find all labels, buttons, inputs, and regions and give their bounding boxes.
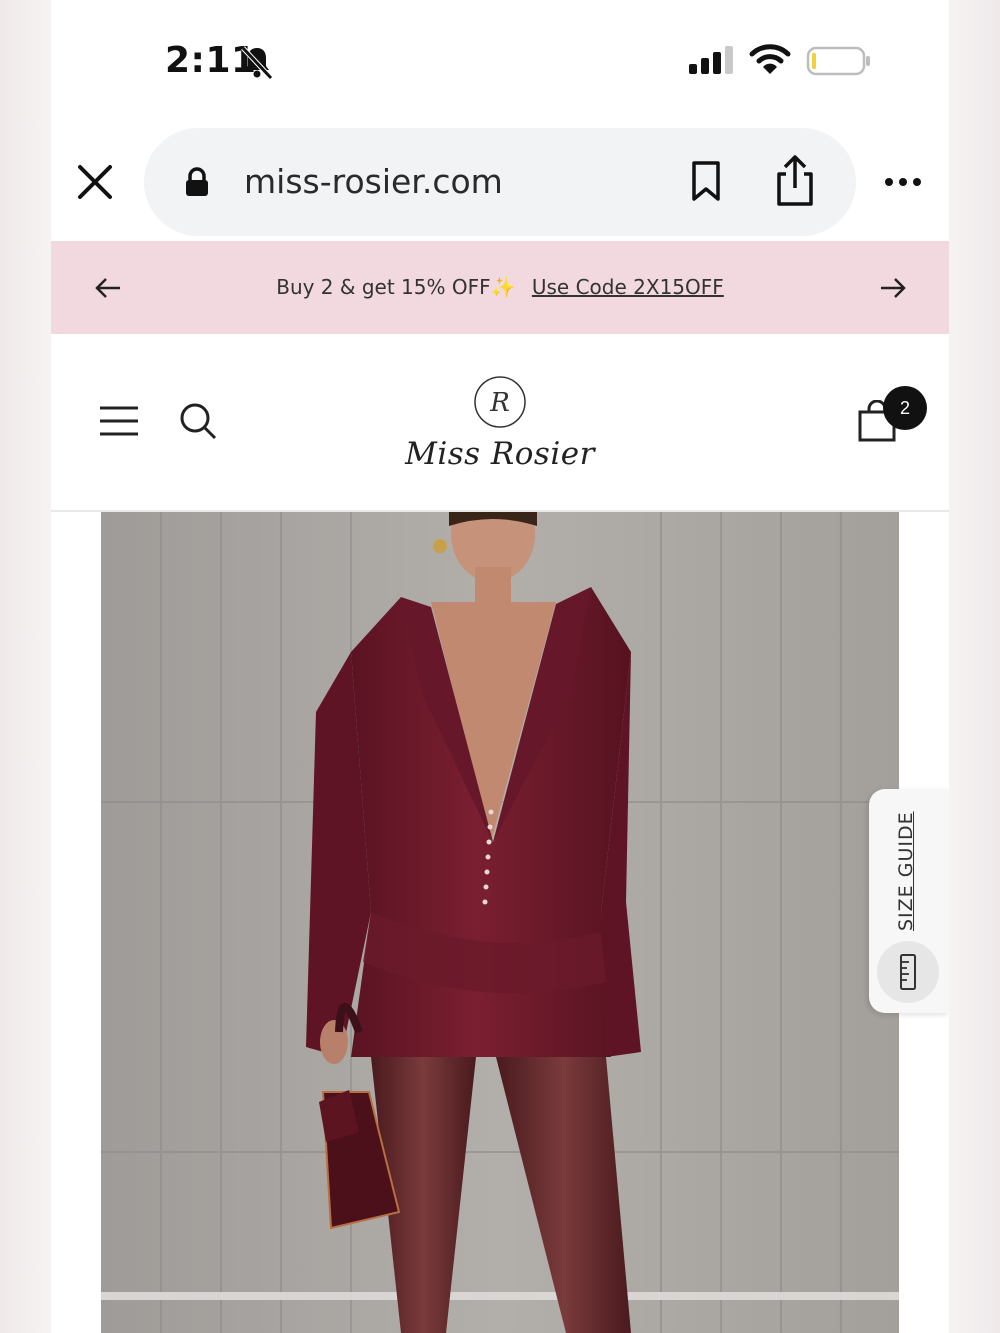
address-bar[interactable]: miss-rosier.com [144, 128, 856, 236]
more-icon[interactable] [883, 170, 923, 194]
wifi-icon [749, 44, 791, 74]
url-text[interactable]: miss-rosier.com [244, 162, 503, 201]
site-header: R Miss Rosier 2 [51, 334, 949, 512]
sparkle-icon: ✨ [490, 275, 516, 299]
logo-circle: R [474, 376, 526, 428]
promo-message: Buy 2 & get 15% OFF✨ Use Code 2X15OFF [51, 275, 949, 299]
promo-offer: Buy 2 & get 15% OFF [276, 275, 491, 299]
search-icon[interactable] [179, 402, 217, 440]
size-guide-label[interactable]: SIZE GUIDE [895, 811, 917, 931]
signal-icon [689, 46, 733, 74]
promo-code-link[interactable]: Use Code 2X15OFF [532, 275, 724, 299]
bell-slash-icon [241, 46, 273, 80]
logo-monogram[interactable]: R [472, 374, 528, 430]
arrow-right-icon[interactable] [879, 275, 907, 301]
battery-icon [806, 46, 870, 76]
promo-banner: Buy 2 & get 15% OFF✨ Use Code 2X15OFF [51, 241, 949, 334]
size-guide-tab[interactable]: SIZE GUIDE [869, 789, 949, 1013]
lock-icon [186, 167, 208, 196]
close-icon[interactable] [75, 162, 115, 202]
share-icon[interactable] [774, 154, 816, 208]
left-backdrop [0, 0, 51, 1333]
cart-count-badge[interactable]: 2 [883, 386, 927, 430]
brand-logo[interactable]: Miss Rosier [51, 436, 949, 472]
bookmark-icon[interactable] [689, 160, 723, 202]
phone-screen: 2:11 miss-rosier.com Buy 2 & get 15% OFF… [51, 0, 949, 1333]
ruler-icon [900, 954, 916, 990]
product-image[interactable] [101, 512, 899, 1333]
logo-letter: R [489, 388, 510, 418]
menu-icon[interactable] [99, 404, 139, 438]
ruler-button[interactable] [877, 941, 939, 1003]
product-photo [101, 512, 899, 1333]
right-backdrop [949, 0, 1000, 1333]
